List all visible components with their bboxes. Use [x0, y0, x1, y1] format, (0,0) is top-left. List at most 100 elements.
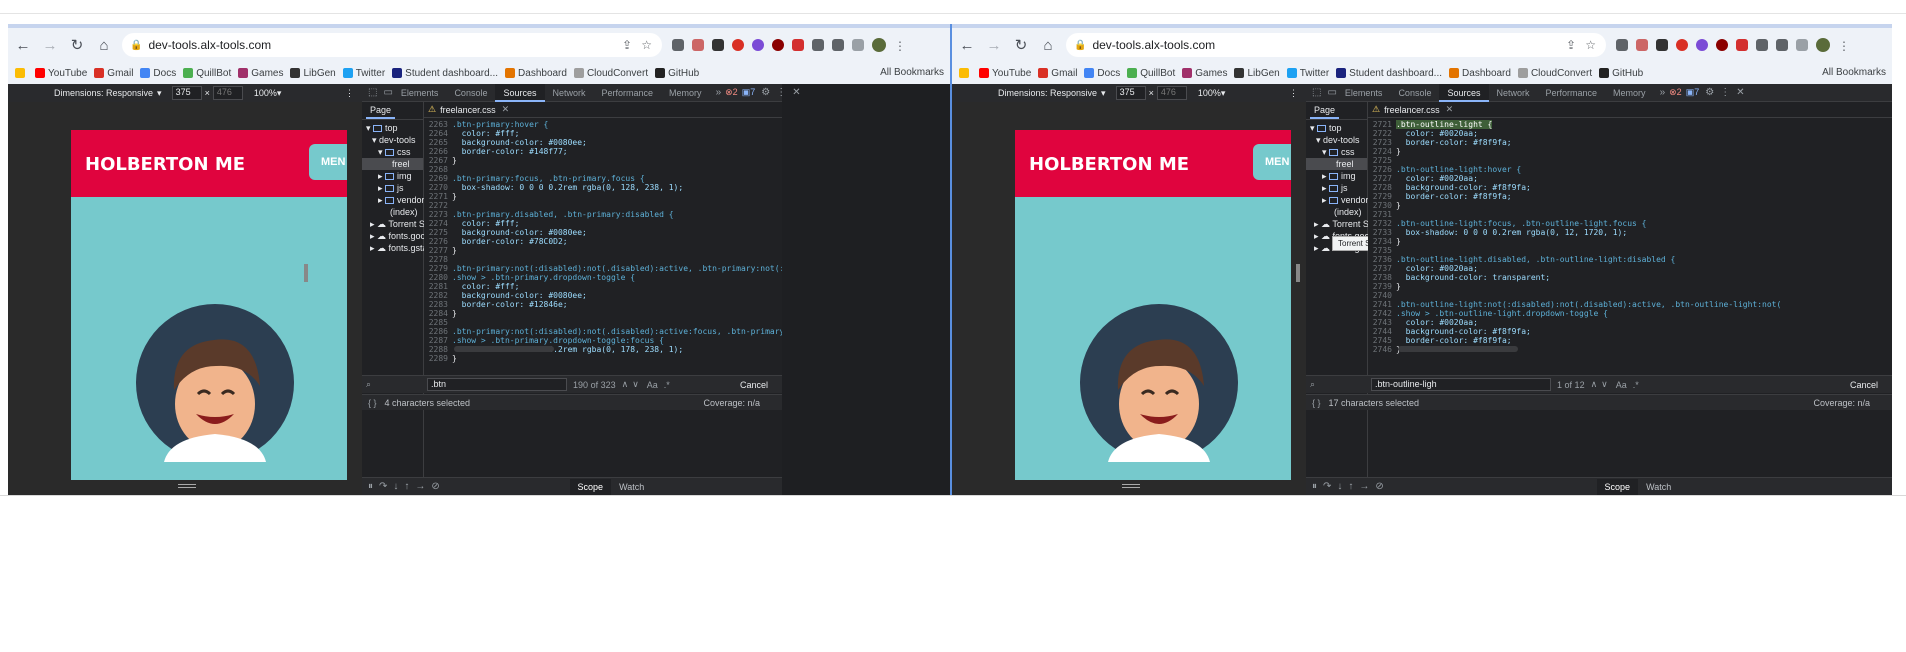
sidepanel-icon[interactable]: [852, 39, 864, 51]
inspect-icon[interactable]: ⬚: [1312, 87, 1321, 98]
tree-item[interactable]: ▸ js: [1306, 182, 1367, 194]
bookmark-item[interactable]: GitHub: [1599, 68, 1643, 79]
down-arrow-icon[interactable]: ∨: [632, 379, 639, 390]
line-number[interactable]: 2266: [424, 147, 448, 156]
puzzle-icon[interactable]: [1756, 39, 1768, 51]
bookmark-item[interactable]: Dashboard: [1449, 68, 1511, 79]
line-number[interactable]: 2289: [424, 354, 448, 363]
pause-icon[interactable]: ⏸: [368, 481, 373, 492]
gear-icon[interactable]: ⚙: [1705, 87, 1714, 98]
code-line[interactable]: 2725: [1368, 156, 1892, 165]
extension-icon[interactable]: [1736, 39, 1748, 51]
code-line[interactable]: 2286 .btn-primary:not(:disabled):not(.dis…: [424, 327, 782, 336]
code-line[interactable]: 2278: [424, 255, 782, 264]
code-line[interactable]: 2274 color: #fff;: [424, 219, 782, 228]
line-number[interactable]: 2728: [1368, 183, 1392, 192]
tab-watch[interactable]: Watch: [1638, 479, 1679, 495]
code-line[interactable]: 2279 .btn-primary:not(:disabled):not(.dis…: [424, 264, 782, 273]
tree-item[interactable]: ▸ vendor: [362, 194, 425, 206]
extension-icon[interactable]: [1696, 39, 1708, 51]
code-line[interactable]: 2724}: [1368, 147, 1892, 156]
avatar[interactable]: [872, 38, 886, 52]
device-toggle-icon[interactable]: ▭: [383, 87, 392, 98]
line-number[interactable]: 2263: [424, 120, 448, 129]
bookmark-item[interactable]: YouTube: [35, 68, 87, 79]
code-line[interactable]: 2728 background-color: #f8f9fa;: [1368, 183, 1892, 192]
line-number[interactable]: 2271: [424, 192, 448, 201]
resize-handle-bottom[interactable]: [1122, 484, 1140, 488]
tree-item[interactable]: ▸ img: [362, 170, 423, 182]
tree-item[interactable]: ▾ dev-tools: [1306, 134, 1367, 146]
tree-item[interactable]: freel: [1306, 158, 1367, 170]
step-out-icon[interactable]: ↑: [1348, 481, 1353, 492]
extension-icon[interactable]: [692, 39, 704, 51]
extension-icon[interactable]: [712, 39, 724, 51]
bookmark-item[interactable]: Docs: [140, 68, 176, 79]
code-line[interactable]: 2287 .show > .btn-primary.dropdown-toggle…: [424, 336, 782, 345]
regex-toggle-icon[interactable]: .*: [664, 380, 670, 390]
line-number[interactable]: 2269: [424, 174, 448, 183]
code-line[interactable]: 2280 .show > .btn-primary.dropdown-toggle…: [424, 273, 782, 282]
tab-elements[interactable]: Elements: [1337, 84, 1391, 102]
code-line[interactable]: 2731: [1368, 210, 1892, 219]
code-line[interactable]: 2729 border-color: #f8f9fa;: [1368, 192, 1892, 201]
code-line[interactable]: 2739}: [1368, 282, 1892, 291]
line-number[interactable]: 2275: [424, 228, 448, 237]
error-count[interactable]: ⊗2: [1669, 87, 1682, 98]
tab-sources[interactable]: Sources: [495, 83, 545, 102]
deactivate-breakpoints-icon[interactable]: ⊘: [431, 481, 439, 492]
code-line[interactable]: 2270 box-shadow: 0 0 0 0.2rem rgba(0, 12…: [424, 183, 782, 192]
code-line[interactable]: 2273 .btn-primary.disabled, .btn-primary:…: [424, 210, 782, 219]
line-number[interactable]: 2744: [1368, 327, 1392, 336]
tree-item[interactable]: ▾ top: [362, 122, 423, 134]
share-icon[interactable]: ⇪: [622, 38, 632, 52]
line-number[interactable]: 2285: [424, 318, 448, 327]
line-number[interactable]: 2282: [424, 291, 448, 300]
download-icon[interactable]: [832, 39, 844, 51]
puzzle-icon[interactable]: [812, 39, 824, 51]
code-line[interactable]: 2267}: [424, 156, 782, 165]
tree-item[interactable]: ▸ vendor: [1306, 194, 1369, 206]
tab-memory[interactable]: Memory: [661, 84, 710, 102]
step-out-icon[interactable]: ↑: [404, 481, 409, 492]
sidepanel-icon[interactable]: [1796, 39, 1808, 51]
line-number[interactable]: 2286: [424, 327, 448, 336]
pause-icon[interactable]: ⏸: [1312, 481, 1317, 492]
code-line[interactable]: 2727 color: #0020aa;: [1368, 174, 1892, 183]
code-line[interactable]: 2263 .btn-primary:hover {: [424, 120, 782, 129]
code-line[interactable]: 2723 border-color: #f8f9fa;: [1368, 138, 1892, 147]
close-icon[interactable]: ✕: [1736, 87, 1744, 98]
home-icon[interactable]: ⌂: [92, 33, 116, 57]
tree-item[interactable]: ▸ ☁ fonts.goc: [362, 230, 425, 242]
home-icon[interactable]: ⌂: [1036, 33, 1060, 57]
braces-icon[interactable]: { }: [368, 398, 377, 408]
bookmark-item[interactable]: Student dashboard...: [392, 68, 498, 79]
close-icon[interactable]: ✕: [792, 87, 800, 98]
code-line[interactable]: 2741 .btn-outline-light:not(:disabled):no…: [1368, 300, 1892, 309]
code-line[interactable]: 2272: [424, 201, 782, 210]
tree-item[interactable]: ▸ img: [1306, 170, 1367, 182]
line-number[interactable]: 2723: [1368, 138, 1392, 147]
line-number[interactable]: 2740: [1368, 291, 1392, 300]
code-line[interactable]: 2282 background-color: #0080ee;: [424, 291, 782, 300]
extension-icon[interactable]: [1676, 39, 1688, 51]
page-title[interactable]: HOLBERTON ME: [1029, 154, 1189, 175]
download-icon[interactable]: [1776, 39, 1788, 51]
dimensions-dropdown[interactable]: Dimensions: Responsive: [998, 88, 1097, 98]
extension-icon[interactable]: [792, 39, 804, 51]
menu-button[interactable]: MEN: [309, 144, 347, 180]
line-number[interactable]: 2721: [1368, 120, 1392, 129]
bookmark-apps[interactable]: [959, 68, 972, 78]
bookmark-item[interactable]: Gmail: [1038, 68, 1077, 79]
line-number[interactable]: 2287: [424, 336, 448, 345]
code-line[interactable]: 2275 background-color: #0080ee;: [424, 228, 782, 237]
line-number[interactable]: 2276: [424, 237, 448, 246]
code-line[interactable]: 2737 color: #0020aa;: [1368, 264, 1892, 273]
bookmark-item[interactable]: CloudConvert: [573, 68, 648, 79]
menu-icon[interactable]: ⋮: [1838, 39, 1850, 53]
code-lines[interactable]: 2721 .btn-outline-light {2722 color: #002…: [1368, 118, 1892, 354]
tab-performance[interactable]: Performance: [1538, 84, 1606, 102]
close-tab-icon[interactable]: ✕: [502, 104, 510, 115]
zoom-dropdown[interactable]: 100%: [1198, 88, 1221, 98]
step-over-icon[interactable]: ↷: [379, 481, 387, 492]
